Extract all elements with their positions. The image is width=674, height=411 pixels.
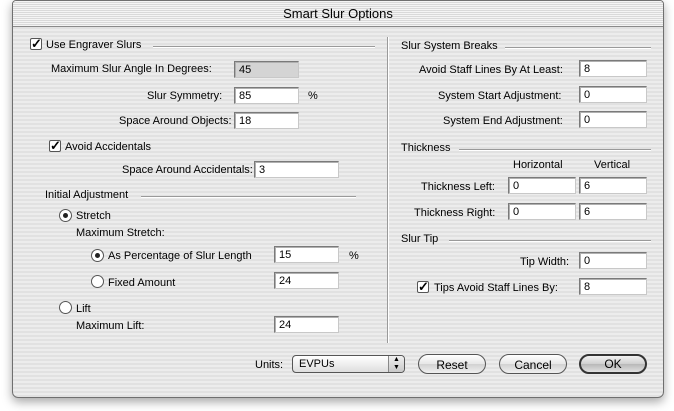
as-percentage-input[interactable]: 15 [274, 246, 339, 263]
avoid-accidentals-label: Avoid Accidentals [65, 141, 152, 153]
system-start-input[interactable]: 0 [579, 86, 647, 103]
system-end-label: System End Adjustment: [443, 115, 563, 127]
reset-button[interactable]: Reset [418, 354, 486, 374]
space-around-objects-label: Space Around Objects: [119, 115, 232, 127]
slur-tip-title: Slur Tip [401, 233, 439, 245]
stretch-radio[interactable] [59, 209, 72, 222]
units-select-value: EVPUs [299, 358, 335, 370]
slur-tip-rule [449, 240, 651, 242]
avoid-accidentals-checkbox[interactable]: ✓ [49, 138, 61, 153]
units-label: Units: [255, 359, 284, 371]
thickness-left-label: Thickness Left: [421, 181, 495, 193]
max-slur-angle-label: Maximum Slur Angle In Degrees: [51, 63, 212, 75]
thickness-right-vertical-input[interactable]: 6 [579, 203, 647, 220]
thickness-horizontal-header: Horizontal [513, 159, 563, 171]
fixed-amount-input[interactable]: 24 [274, 272, 339, 289]
system-start-label: System Start Adjustment: [438, 90, 562, 102]
thickness-left-vertical-input[interactable]: 6 [579, 177, 647, 194]
thickness-right-horizontal-input[interactable]: 0 [508, 203, 576, 220]
as-percentage-radio[interactable] [91, 249, 104, 262]
slur-symmetry-label: Slur Symmetry: [147, 90, 223, 102]
checkmark-icon: ✓ [418, 279, 429, 294]
tips-avoid-input[interactable]: 8 [579, 278, 647, 295]
initial-adjustment-rule [141, 196, 356, 198]
window-title: Smart Slur Options [13, 1, 663, 27]
lift-label: Lift [76, 303, 91, 315]
as-percentage-unit: % [349, 250, 359, 262]
avoid-staff-lines-input[interactable]: 8 [579, 60, 647, 77]
units-select[interactable]: EVPUs ▲ ▼ [292, 355, 405, 373]
stretch-label: Stretch [76, 210, 111, 222]
space-around-accidentals-label: Space Around Accidentals: [122, 164, 253, 176]
checkmark-icon: ✓ [31, 36, 42, 51]
system-breaks-rule [505, 47, 651, 49]
smart-slur-options-dialog: Smart Slur Options ✓ Use Engraver Slurs … [12, 0, 664, 398]
maximum-lift-label: Maximum Lift: [76, 320, 145, 332]
tip-width-label: Tip Width: [520, 256, 570, 268]
use-engraver-slurs-label: Use Engraver Slurs [46, 39, 142, 51]
system-end-input[interactable]: 0 [579, 111, 647, 128]
checkmark-icon: ✓ [50, 138, 61, 153]
maximum-lift-input[interactable]: 24 [274, 316, 339, 333]
slur-symmetry-unit: % [308, 90, 318, 102]
initial-adjustment-title: Initial Adjustment [45, 189, 129, 201]
maximum-stretch-label: Maximum Stretch: [76, 227, 165, 239]
lift-radio[interactable] [59, 301, 72, 314]
tips-avoid-checkbox[interactable]: ✓ [417, 279, 429, 294]
thickness-rule [459, 149, 651, 151]
fixed-amount-label: Fixed Amount [108, 277, 176, 289]
avoid-staff-lines-label: Avoid Staff Lines By At Least: [419, 64, 563, 76]
max-slur-angle-input[interactable]: 45 [234, 61, 299, 78]
thickness-title: Thickness [401, 142, 451, 154]
space-around-accidentals-input[interactable]: 3 [254, 161, 339, 178]
use-engraver-slurs-checkbox[interactable]: ✓ [30, 36, 42, 51]
slur-symmetry-input[interactable]: 85 [234, 87, 299, 104]
thickness-right-label: Thickness Right: [414, 207, 496, 219]
ok-button[interactable]: OK [579, 354, 647, 374]
space-around-objects-input[interactable]: 18 [234, 112, 299, 129]
fixed-amount-radio[interactable] [91, 275, 104, 288]
cancel-button[interactable]: Cancel [499, 354, 567, 374]
thickness-vertical-header: Vertical [594, 159, 631, 171]
engraver-slurs-rule [153, 46, 375, 48]
column-divider [387, 37, 389, 343]
thickness-left-horizontal-input[interactable]: 0 [508, 177, 576, 194]
system-breaks-title: Slur System Breaks [401, 40, 498, 52]
tips-avoid-label: Tips Avoid Staff Lines By: [434, 282, 558, 294]
tip-width-input[interactable]: 0 [579, 252, 647, 269]
up-down-arrows-icon: ▲ ▼ [388, 356, 404, 372]
as-percentage-label: As Percentage of Slur Length [108, 250, 252, 262]
